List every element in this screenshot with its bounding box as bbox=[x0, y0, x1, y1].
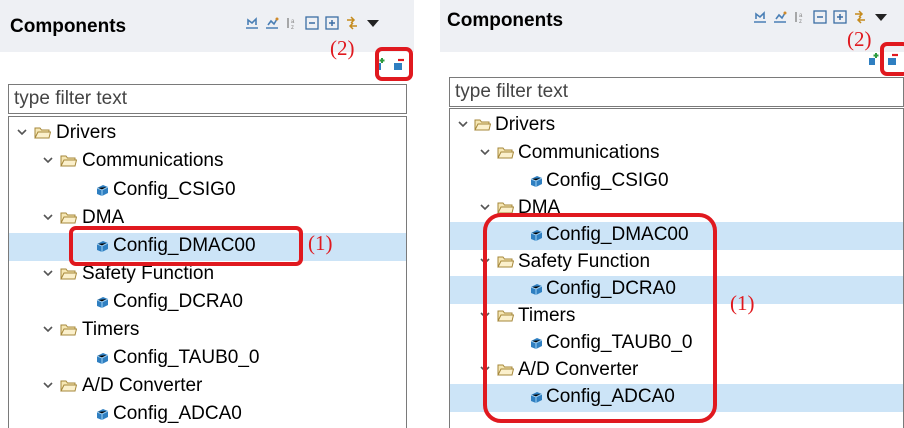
collapse-all-icon[interactable] bbox=[305, 16, 319, 30]
tree-node-label: Timers bbox=[82, 319, 140, 340]
tree-node-label: Communications bbox=[82, 150, 224, 171]
expand-all-icon[interactable] bbox=[245, 16, 259, 30]
expand-tree-icon[interactable] bbox=[325, 16, 339, 30]
highlight-box-multiselection bbox=[483, 213, 717, 423]
svg-text:z: z bbox=[799, 19, 802, 24]
tree-node-ad-converter[interactable]: A/D Converter bbox=[9, 373, 406, 401]
sort-icon[interactable]: az bbox=[285, 16, 299, 30]
panel-toolbar: az bbox=[753, 10, 887, 24]
folder-icon bbox=[60, 380, 77, 392]
view-menu-icon[interactable] bbox=[367, 19, 379, 27]
tree-node-label: Communications bbox=[518, 142, 660, 163]
svg-text:z: z bbox=[291, 25, 294, 30]
tree-node-timers[interactable]: Timers bbox=[9, 317, 406, 345]
chevron-down-icon[interactable] bbox=[479, 201, 491, 213]
tree-node-label: Config_ADCA0 bbox=[113, 403, 242, 424]
filter-input[interactable]: type filter text bbox=[8, 84, 407, 114]
tree-node-config-csig0[interactable]: Config_CSIG0 bbox=[450, 168, 903, 196]
folder-icon bbox=[60, 324, 77, 336]
chevron-down-icon[interactable] bbox=[42, 323, 54, 335]
highlight-box-remove-button bbox=[880, 42, 904, 76]
panel-header: Components az bbox=[440, 0, 904, 52]
collapse-icon[interactable] bbox=[773, 10, 787, 24]
highlight-box-remove-button bbox=[375, 47, 413, 81]
tree-node-label: Config_CSIG0 bbox=[113, 179, 236, 200]
folder-icon bbox=[60, 212, 77, 224]
tree-node-label: Config_DCRA0 bbox=[113, 291, 243, 312]
link-icon[interactable] bbox=[345, 16, 359, 30]
annotation-label-1: (1) bbox=[308, 231, 333, 255]
collapse-icon[interactable] bbox=[265, 16, 279, 30]
component-cube-icon bbox=[96, 409, 109, 420]
chevron-down-icon[interactable] bbox=[16, 126, 28, 138]
tree-node-communications[interactable]: Communications bbox=[450, 140, 903, 168]
component-cube-icon bbox=[96, 185, 109, 196]
view-menu-icon[interactable] bbox=[875, 13, 887, 21]
link-icon[interactable] bbox=[853, 10, 867, 24]
tree-node-config-adca0[interactable]: Config_ADCA0 bbox=[9, 401, 406, 428]
expand-all-icon[interactable] bbox=[753, 10, 767, 24]
panel-title: Components bbox=[447, 10, 564, 31]
folder-icon bbox=[34, 127, 51, 139]
tree-node-label: A/D Converter bbox=[82, 375, 203, 396]
panel-title: Components bbox=[10, 16, 127, 37]
component-cube-icon bbox=[530, 176, 543, 187]
components-panel-left: Components az type filter text Drivers C… bbox=[0, 0, 414, 428]
tree-node-label: Config_TAUB0_0 bbox=[113, 347, 260, 368]
annotation-label-1: (1) bbox=[730, 291, 755, 315]
tree-node-drivers[interactable]: Drivers bbox=[9, 120, 406, 148]
folder-icon bbox=[60, 155, 77, 167]
highlight-box-selected-item bbox=[69, 226, 303, 266]
annotation-label-2: (2) bbox=[330, 36, 355, 60]
chevron-down-icon[interactable] bbox=[42, 211, 54, 223]
sort-icon[interactable]: az bbox=[793, 10, 807, 24]
tree-node-drivers[interactable]: Drivers bbox=[450, 112, 903, 140]
tree-node-label: Drivers bbox=[495, 114, 556, 135]
collapse-all-icon[interactable] bbox=[813, 10, 827, 24]
chevron-down-icon[interactable] bbox=[42, 267, 54, 279]
chevron-down-icon[interactable] bbox=[42, 154, 54, 166]
chevron-down-icon[interactable] bbox=[479, 146, 491, 158]
tree-node-label: Config_CSIG0 bbox=[546, 170, 669, 191]
chevron-down-icon[interactable] bbox=[42, 379, 54, 391]
folder-icon bbox=[60, 268, 77, 280]
tree-node-label: Safety Function bbox=[82, 263, 215, 284]
folder-icon bbox=[497, 147, 514, 159]
expand-tree-icon[interactable] bbox=[833, 10, 847, 24]
component-cube-icon bbox=[96, 297, 109, 308]
tree-node-config-taub0-0[interactable]: Config_TAUB0_0 bbox=[9, 345, 406, 373]
tree-node-label: Drivers bbox=[56, 122, 117, 143]
component-cube-icon bbox=[96, 353, 109, 364]
components-panel-right: Components az type filter text Drivers C… bbox=[440, 0, 904, 428]
folder-icon bbox=[474, 119, 491, 131]
chevron-down-icon[interactable] bbox=[457, 118, 469, 130]
tree-node-communications[interactable]: Communications bbox=[9, 148, 406, 176]
panel-toolbar: az bbox=[245, 16, 379, 30]
annotation-label-2: (2) bbox=[847, 27, 872, 51]
tree-node-config-csig0[interactable]: Config_CSIG0 bbox=[9, 177, 406, 205]
filter-input[interactable]: type filter text bbox=[449, 77, 904, 107]
add-component-icon[interactable] bbox=[865, 52, 879, 66]
component-tree: Drivers Communications Config_CSIG0 DMA … bbox=[8, 116, 407, 428]
tree-node-config-dcra0[interactable]: Config_DCRA0 bbox=[9, 289, 406, 317]
